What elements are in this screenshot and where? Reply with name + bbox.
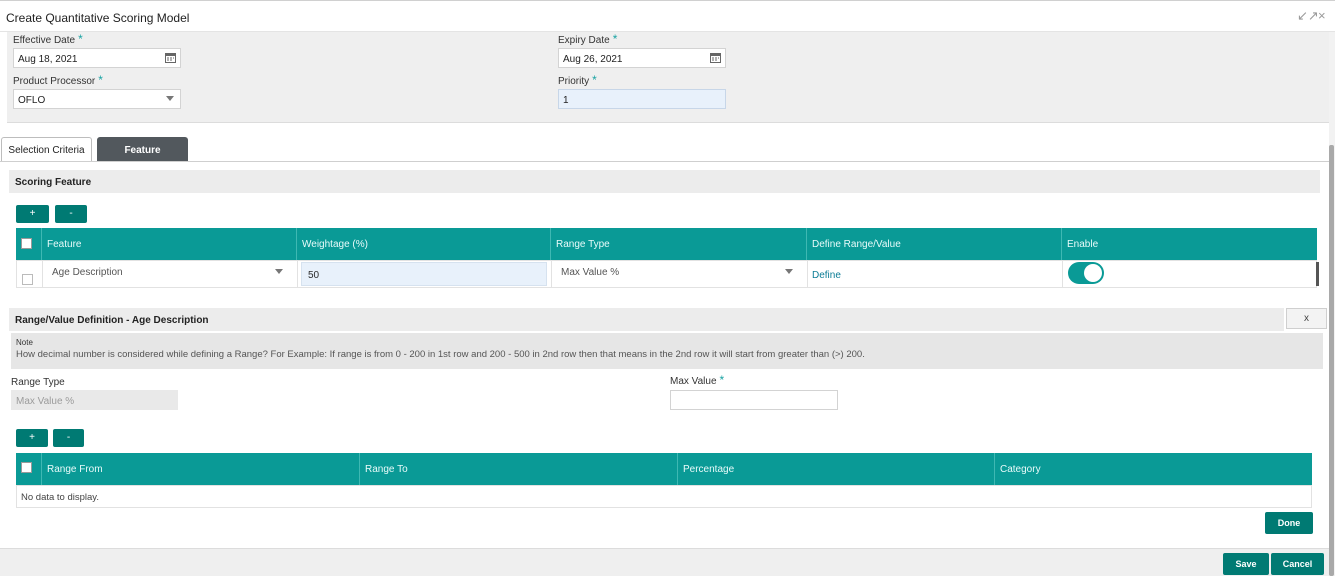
empty-row: No data to display. (16, 485, 1312, 508)
max-value-label: Max Value * (670, 373, 725, 387)
done-button[interactable]: Done (1265, 512, 1313, 534)
col-feature[interactable]: Feature (42, 228, 297, 260)
close-range-definition-button[interactable]: x (1286, 308, 1327, 329)
tab-divider (0, 161, 1330, 162)
save-button[interactable]: Save (1223, 553, 1269, 575)
range-type-value: Max Value % (561, 267, 620, 278)
remove-feature-button[interactable]: - (55, 205, 87, 223)
col-range-from[interactable]: Range From (42, 453, 360, 485)
priority-label: Priority * (558, 73, 597, 87)
header-form: Effective Date * Aug 18, 2021 Expiry Date… (7, 32, 1330, 123)
col-range-to[interactable]: Range To (360, 453, 678, 485)
table-row: Age Description 50 Max Value % Define (16, 260, 1317, 288)
priority-input[interactable]: 1 (558, 89, 726, 109)
expiry-date-label: Expiry Date * (558, 32, 618, 46)
calendar-icon[interactable] (710, 52, 721, 66)
select-all-cell (16, 453, 42, 485)
range-type-readonly: Max Value % (11, 390, 178, 410)
restore-icon[interactable]: ↙↗ (1297, 8, 1319, 24)
note-box: Note How decimal number is considered wh… (11, 333, 1323, 369)
product-processor-label: Product Processor * (13, 73, 103, 87)
effective-date-field[interactable]: Aug 18, 2021 (13, 48, 181, 68)
col-define-range[interactable]: Define Range/Value (807, 228, 1062, 260)
max-value-input[interactable] (670, 390, 838, 410)
row-scrollbar[interactable] (1316, 262, 1319, 286)
footer-bar: Save Cancel (0, 548, 1330, 576)
note-body: How decimal number is considered while d… (16, 349, 865, 360)
col-category[interactable]: Category (995, 453, 1312, 485)
cancel-button[interactable]: Cancel (1271, 553, 1324, 575)
row-checkbox[interactable] (22, 274, 33, 285)
empty-message: No data to display. (21, 492, 99, 503)
range-grid-header: Range From Range To Percentage Category (16, 453, 1312, 485)
close-icon[interactable]: × (1318, 8, 1326, 23)
scoring-feature-header: Scoring Feature (9, 170, 1320, 193)
col-enable[interactable]: Enable (1062, 228, 1317, 260)
col-percentage[interactable]: Percentage (678, 453, 995, 485)
tab-feature[interactable]: Feature (97, 137, 188, 161)
chevron-down-icon (275, 269, 283, 274)
define-link[interactable]: Define (812, 270, 841, 281)
select-all-checkbox[interactable] (21, 238, 32, 249)
range-type-select[interactable]: Max Value % (552, 261, 808, 287)
weightage-cell: 50 (298, 261, 552, 287)
chevron-down-icon (166, 96, 174, 101)
enable-cell (1063, 261, 1318, 287)
remove-range-button[interactable]: - (53, 429, 84, 447)
product-processor-select[interactable]: OFLO (13, 89, 181, 109)
add-feature-button[interactable]: + (16, 205, 49, 223)
title-bar: Create Quantitative Scoring Model ↙↗ × (0, 0, 1335, 32)
select-all-cell (16, 228, 42, 260)
effective-date-label: Effective Date * (13, 32, 83, 46)
feature-value: Age Description (52, 267, 123, 278)
feature-grid-header: Feature Weightage (%) Range Type Define … (16, 228, 1317, 260)
row-select-cell (17, 261, 43, 287)
range-type-label: Range Type (11, 377, 65, 388)
chevron-down-icon (785, 269, 793, 274)
col-range-type[interactable]: Range Type (551, 228, 807, 260)
col-weightage[interactable]: Weightage (%) (297, 228, 551, 260)
enable-toggle[interactable] (1068, 262, 1104, 284)
add-range-button[interactable]: + (16, 429, 48, 447)
weightage-input[interactable]: 50 (301, 262, 547, 286)
calendar-icon[interactable] (165, 52, 176, 66)
define-cell: Define (808, 261, 1063, 287)
select-all-checkbox[interactable] (21, 462, 32, 473)
feature-select[interactable]: Age Description (43, 261, 298, 287)
expiry-date-field[interactable]: Aug 26, 2021 (558, 48, 726, 68)
window-title: Create Quantitative Scoring Model (6, 11, 190, 25)
note-title: Note (16, 338, 33, 347)
scrollbar-thumb[interactable] (1329, 145, 1334, 576)
tab-selection-criteria[interactable]: Selection Criteria (1, 137, 92, 161)
range-definition-header: Range/Value Definition - Age Description (9, 308, 1284, 331)
